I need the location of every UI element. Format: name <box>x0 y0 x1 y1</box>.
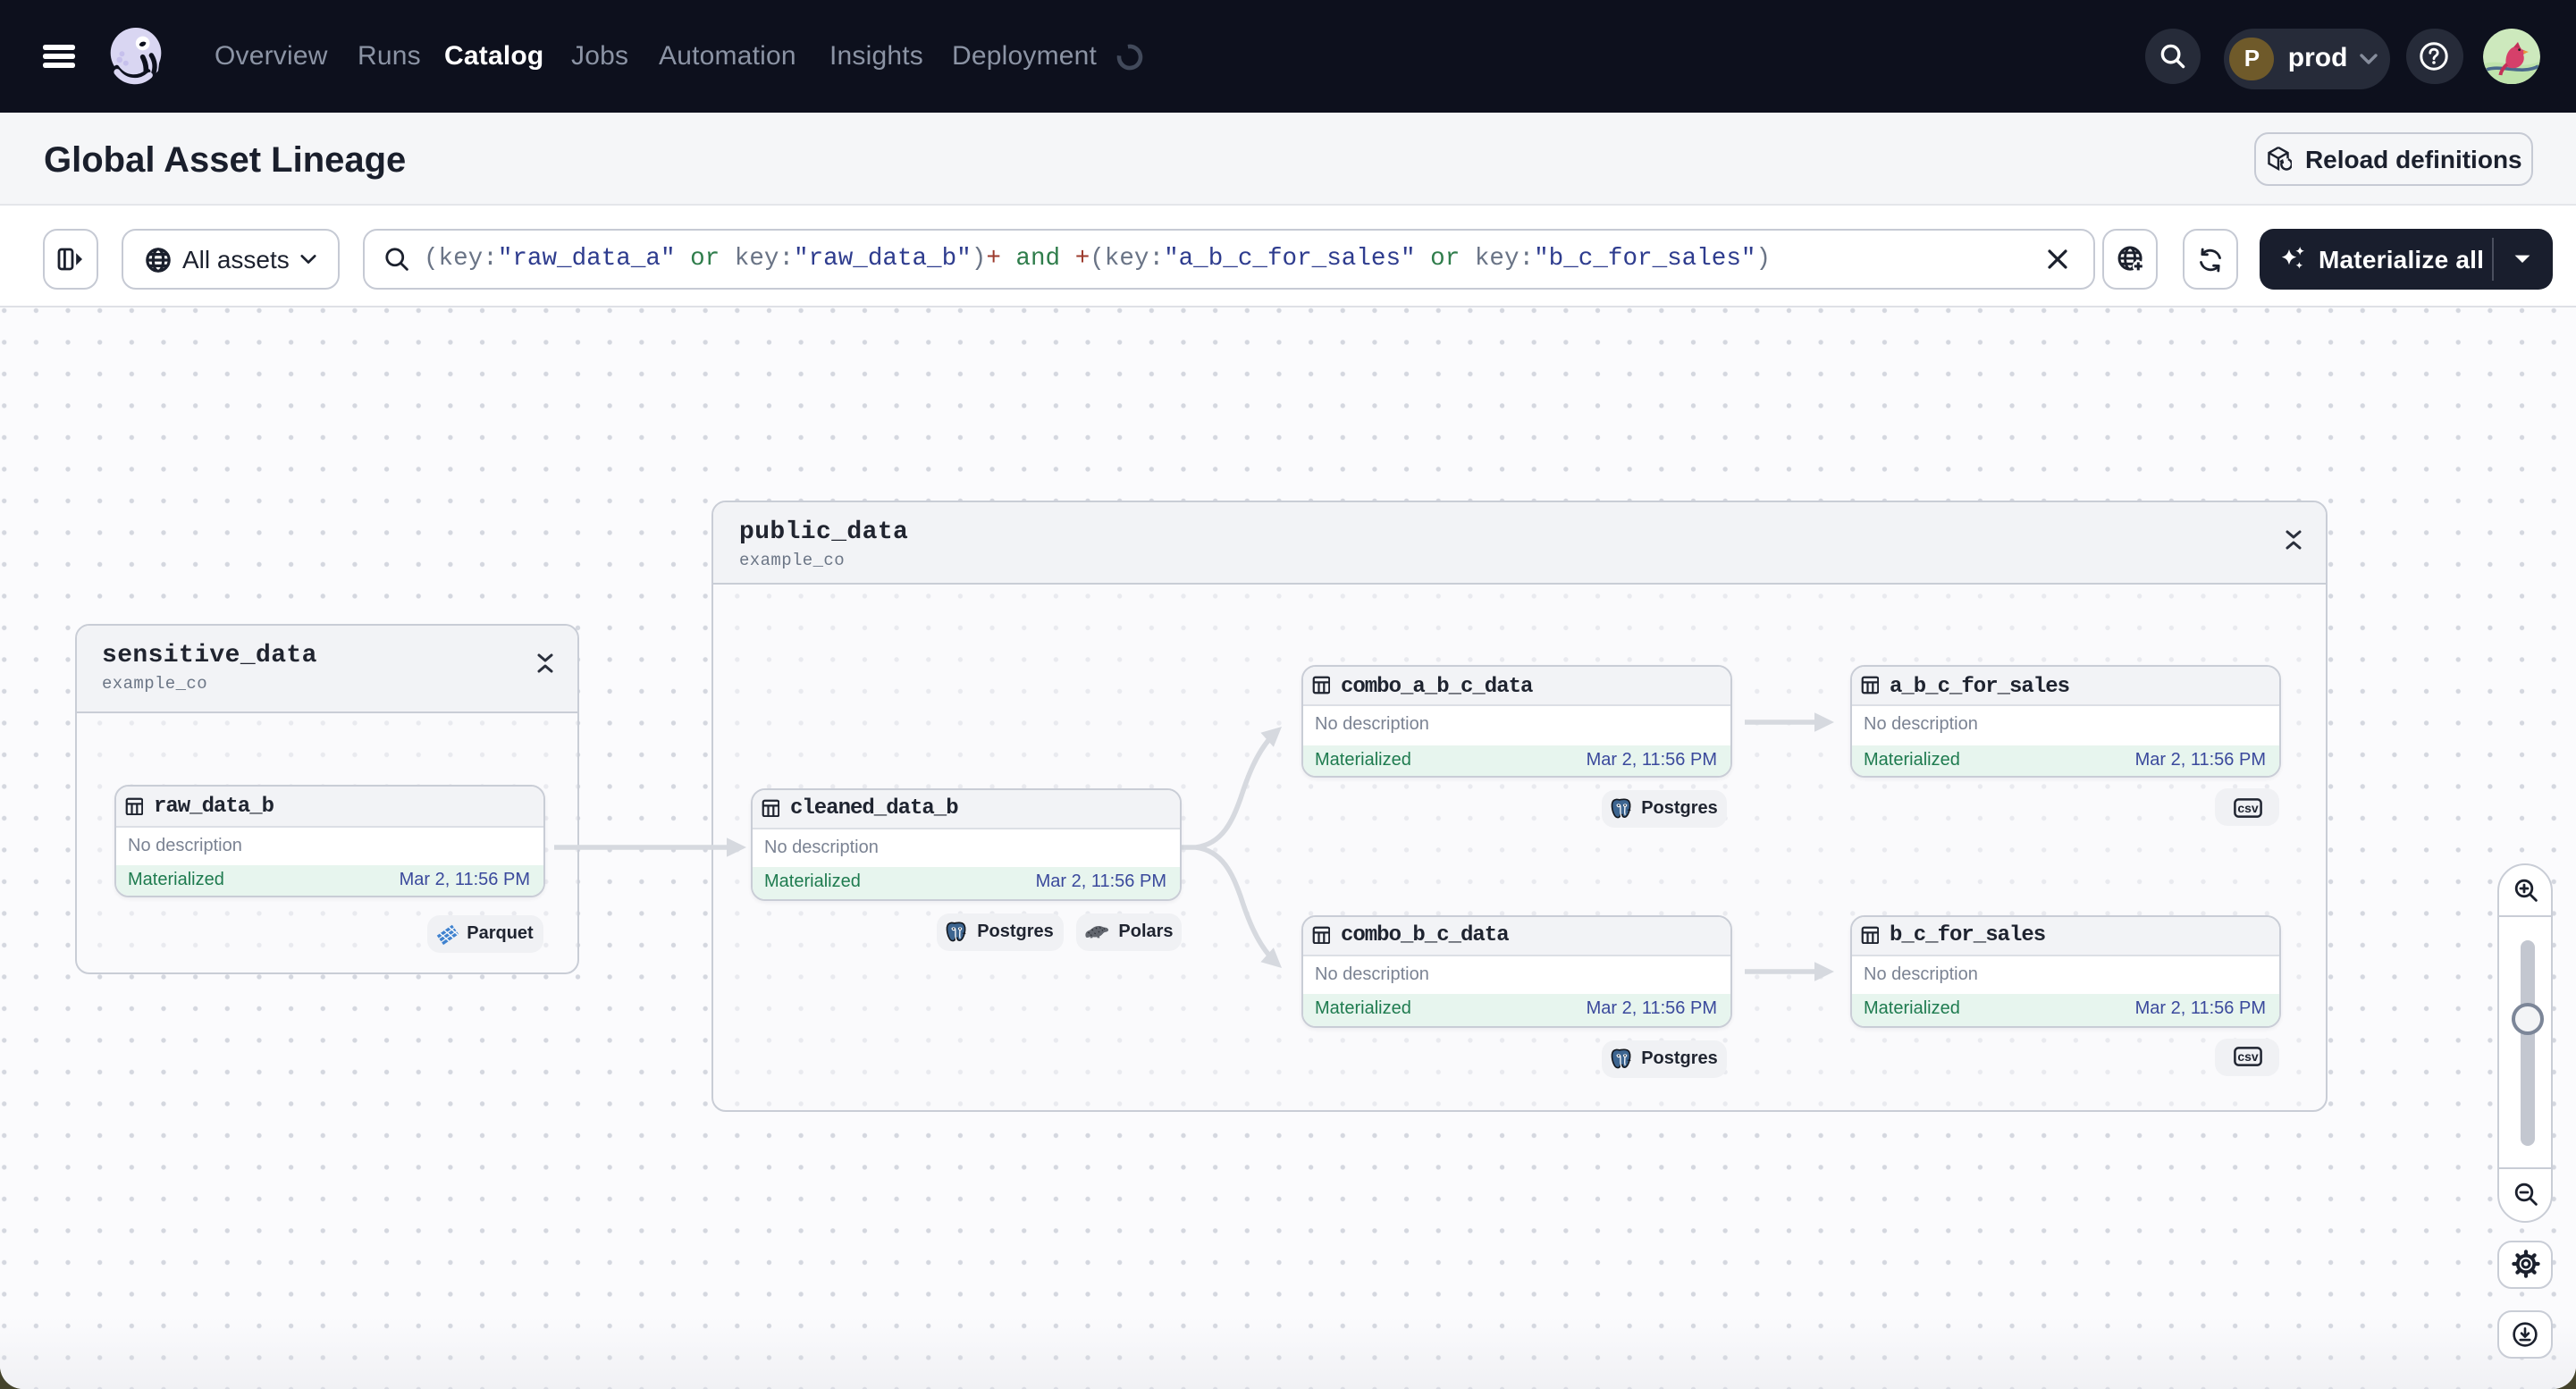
svg-text:csv: csv <box>2236 800 2258 814</box>
svg-text:csv: csv <box>2236 1049 2258 1064</box>
